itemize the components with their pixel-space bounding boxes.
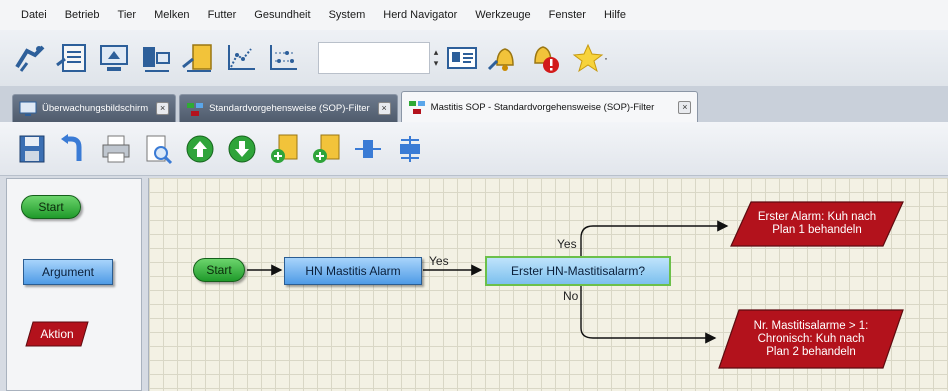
close-icon[interactable]: ×	[678, 100, 692, 114]
menu-bar: Datei Betrieb Tier Melken Futter Gesundh…	[0, 0, 948, 30]
flowchart-canvas[interactable]: Start HN Mastitis Alarm Yes Erster HN-Ma…	[148, 178, 948, 391]
align-horizontal-icon[interactable]	[350, 129, 386, 169]
print-icon[interactable]	[98, 129, 134, 169]
walk-icon[interactable]	[10, 38, 50, 78]
close-icon[interactable]: ×	[377, 102, 391, 115]
flow-action-node-1[interactable]: Erster Alarm: Kuh nach Plan 1 behandeln	[729, 200, 905, 248]
flow-action-node-2[interactable]: Nr. Mastitisalarme > 1: Chronisch: Kuh n…	[717, 308, 905, 370]
menu-fenster[interactable]: Fenster	[540, 9, 595, 21]
arrow-down-icon[interactable]	[224, 129, 260, 169]
tab-sop-filter[interactable]: Standardvorgehensweise (SOP)-Filter ×	[179, 94, 398, 122]
flow-start-node[interactable]: Start	[193, 258, 245, 282]
edge-yes	[580, 220, 729, 257]
edge-label-no: No	[563, 289, 579, 303]
align-vertical-icon[interactable]	[392, 129, 428, 169]
menu-werkzeuge[interactable]: Werkzeuge	[466, 9, 539, 21]
menu-betrieb[interactable]: Betrieb	[56, 9, 109, 21]
star-icon[interactable]	[568, 38, 608, 78]
undo-icon[interactable]	[56, 129, 92, 169]
bell-icon[interactable]	[484, 38, 524, 78]
list-icon[interactable]	[52, 38, 92, 78]
menu-datei[interactable]: Datei	[12, 9, 56, 21]
action-2-label: Nr. Mastitisalarme > 1: Chronisch: Kuh n…	[753, 319, 869, 358]
insert-action-icon[interactable]	[266, 129, 302, 169]
arrow-up-icon[interactable]	[182, 129, 218, 169]
flow-decision-node[interactable]: Erster HN-Mastitisalarm?	[485, 256, 671, 286]
toolbar-search-input[interactable]	[318, 42, 430, 74]
palette-action[interactable]: Aktion	[25, 321, 89, 347]
insert-node-icon[interactable]	[308, 129, 344, 169]
chart-icon[interactable]	[220, 38, 260, 78]
flowchart-icon	[408, 99, 426, 115]
spinner-control[interactable]: ▴ ▾	[430, 42, 442, 74]
id-card-icon[interactable]	[442, 38, 482, 78]
palette-argument[interactable]: Argument	[23, 259, 113, 285]
tab-label: Überwachungsbildschirm	[42, 103, 149, 114]
main-toolbar: ▴ ▾ ·	[0, 30, 948, 86]
tab-mastitis-sop[interactable]: Mastitis SOP - Standardvorgehensweise (S…	[400, 91, 699, 122]
palette-start[interactable]: Start	[21, 195, 81, 219]
menu-melken[interactable]: Melken	[145, 9, 198, 21]
document-tab-bar: Überwachungsbildschirm × Standardvorgehe…	[0, 86, 948, 122]
flow-argument-node[interactable]: HN Mastitis Alarm	[284, 257, 422, 285]
close-icon[interactable]: ×	[156, 102, 170, 115]
shape-palette: Start Argument Aktion	[6, 178, 142, 391]
palette-action-label: Aktion	[40, 327, 74, 341]
menu-gesundheit[interactable]: Gesundheit	[245, 9, 319, 21]
print-preview-icon[interactable]	[140, 129, 176, 169]
tab-label: Standardvorgehensweise (SOP)-Filter	[209, 103, 370, 114]
menu-herd-navigator[interactable]: Herd Navigator	[374, 9, 466, 21]
edge-label-yes-1: Yes	[429, 254, 449, 268]
monitor-icon[interactable]	[94, 38, 134, 78]
tab-label: Mastitis SOP - Standardvorgehensweise (S…	[430, 101, 655, 113]
menu-tier[interactable]: Tier	[109, 9, 146, 21]
save-icon[interactable]	[14, 129, 50, 169]
cow-folder-icon[interactable]	[178, 38, 218, 78]
computer-network-icon[interactable]	[136, 38, 176, 78]
action-1-label: Erster Alarm: Kuh nach Plan 1 behandeln	[757, 211, 877, 236]
menu-system[interactable]: System	[320, 9, 375, 21]
flowchart-icon	[186, 101, 204, 117]
tab-ueberwachungsbildschirm[interactable]: Überwachungsbildschirm ×	[12, 94, 177, 122]
monitor-icon	[19, 101, 37, 117]
menu-futter[interactable]: Futter	[199, 9, 246, 21]
bell-alert-icon[interactable]	[526, 38, 566, 78]
scatter-chart-icon[interactable]	[262, 38, 302, 78]
edge-no	[580, 285, 717, 344]
edge-label-yes-2: Yes	[557, 237, 577, 251]
star-dropdown-icon[interactable]: ·	[604, 51, 608, 65]
menu-hilfe[interactable]: Hilfe	[595, 9, 635, 21]
editor-toolbar	[0, 122, 948, 176]
